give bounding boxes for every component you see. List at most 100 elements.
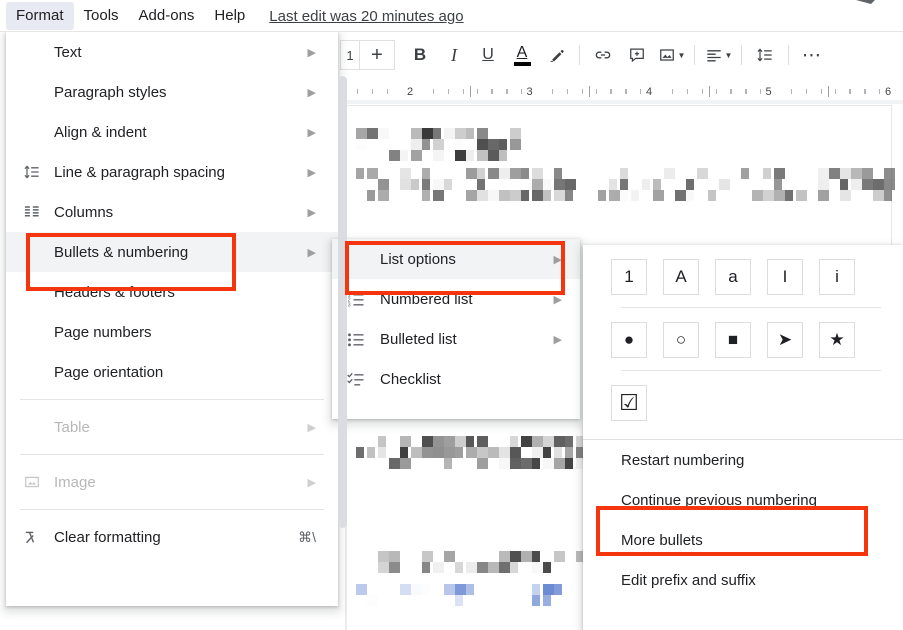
bullet-glyph: 1 <box>624 267 634 286</box>
menu-bar: Format Tools Add-ons Help Last edit was … <box>0 0 903 32</box>
menu-divider <box>20 399 324 400</box>
menubar-item-help[interactable]: Help <box>204 2 255 30</box>
more-options-button[interactable]: ⋯ <box>795 40 829 70</box>
insert-link-button[interactable] <box>586 40 620 70</box>
format-menu-item-page-numbers[interactable]: Page numbers <box>6 312 338 352</box>
align-dropdown-caret-icon[interactable]: ▼ <box>725 51 733 60</box>
format-menu-item-label: Page numbers <box>54 323 152 341</box>
italic-button[interactable]: I <box>437 40 471 70</box>
list-action-label: Restart numbering <box>621 451 745 469</box>
menu-divider <box>20 454 324 455</box>
columns-icon <box>20 192 44 232</box>
submenu-item-label: List options <box>380 250 456 268</box>
format-menu-item-label: Clear formatting <box>54 528 161 546</box>
text-color-swatch <box>513 61 531 66</box>
list-action-restart-numbering[interactable]: Restart numbering <box>583 440 903 480</box>
bullet-glyph: ➤ <box>777 330 793 349</box>
chevron-right-icon: ▶ <box>307 46 316 59</box>
ruler-number: 6 <box>884 86 892 98</box>
bullet-glyph: ☑ <box>619 390 639 415</box>
bullet-option-bulleted-0[interactable]: ● <box>611 322 647 358</box>
menubar-item-add-ons[interactable]: Add-ons <box>129 2 205 30</box>
bullet-option-checklist-0[interactable]: ☑ <box>611 385 647 421</box>
highlight-color-button[interactable] <box>539 40 573 70</box>
bullet-option-numbered-0[interactable]: 1 <box>611 259 647 295</box>
scrollbar-thumb[interactable] <box>338 76 347 528</box>
list-action-label: Continue previous numbering <box>621 491 817 509</box>
text-color-button[interactable]: A <box>505 40 539 70</box>
submenu-item-numbered-list[interactable]: 1 2 3 Numbered list ▶ <box>332 279 580 319</box>
format-menu-item-headers-footers[interactable]: Headers & footers <box>6 272 338 312</box>
bulleted-list-icon <box>344 319 368 359</box>
list-action-edit-prefix-and-suffix[interactable]: Edit prefix and suffix <box>583 560 903 600</box>
list-action-continue-previous-numbering[interactable]: Continue previous numbering <box>583 480 903 520</box>
ruler-number: 3 <box>526 86 533 98</box>
last-edit-link[interactable]: Last edit was 20 minutes ago <box>269 8 463 25</box>
format-menu-item-text[interactable]: Text ▶ <box>6 32 338 72</box>
checklist-icon <box>344 359 368 399</box>
format-menu-item-table: Table ▶ <box>6 407 338 447</box>
submenu-item-list-options[interactable]: List options ▶ <box>332 239 580 279</box>
submenu-item-label: Numbered list <box>380 290 473 308</box>
bullet-option-numbered-4[interactable]: i <box>819 259 855 295</box>
chevron-right-icon: ▶ <box>307 206 316 219</box>
insert-image-button[interactable]: ▼ <box>654 40 688 70</box>
ruler[interactable]: 2 3 4 5 6 <box>338 78 903 100</box>
zoom-value[interactable]: 1 <box>340 40 359 70</box>
list-action-label: Edit prefix and suffix <box>621 571 756 589</box>
bullet-option-bulleted-2[interactable]: ■ <box>715 322 751 358</box>
format-menu-item-label: Line & paragraph spacing <box>54 163 225 181</box>
insert-image-icon <box>659 49 674 61</box>
bullet-option-numbered-2[interactable]: a <box>715 259 751 295</box>
format-menu-item-label: Paragraph styles <box>54 83 167 101</box>
bullet-option-bulleted-3[interactable]: ➤ <box>767 322 803 358</box>
underline-button[interactable]: U <box>471 40 505 70</box>
format-menu-item-paragraph-styles[interactable]: Paragraph styles ▶ <box>6 72 338 112</box>
bullet-option-numbered-3[interactable]: I <box>767 259 803 295</box>
chevron-right-icon: ▶ <box>307 86 316 99</box>
add-comment-button[interactable] <box>620 40 654 70</box>
toolbar-divider <box>579 45 580 65</box>
format-menu-item-label: Columns <box>54 203 114 221</box>
bullet-glyph: i <box>835 267 839 286</box>
bullet-glyph: ● <box>623 330 635 349</box>
list-action-more-bullets[interactable]: More bullets <box>583 520 903 560</box>
bullets-and-numbering-submenu: List options ▶ 1 2 3 Numbered list ▶ Bulleted l… <box>332 239 580 419</box>
link-icon <box>595 51 611 59</box>
image-icon <box>20 462 44 502</box>
format-menu-item-label: Table <box>54 418 90 436</box>
format-menu-item-columns[interactable]: Columns ▶ <box>6 192 338 232</box>
format-menu-item-label: Page orientation <box>54 363 164 381</box>
list-options-panel: 1 Aa Ii ● ○ ■ ➤ ★ ☑ Restart numbering Continue … <box>583 245 903 630</box>
format-menu: Text ▶ Paragraph styles ▶ Align & indent ▶ Lin… <box>6 32 338 606</box>
format-menu-item-label: Bullets & numbering <box>54 243 189 261</box>
bullet-option-numbered-1[interactable]: A <box>663 259 699 295</box>
chevron-right-icon: ▶ <box>553 293 562 306</box>
bold-button[interactable]: B <box>403 40 437 70</box>
format-menu-item-label: Image <box>54 473 96 491</box>
toolbar-divider-2 <box>694 45 695 65</box>
submenu-item-bulleted-list[interactable]: Bulleted list ▶ <box>332 319 580 359</box>
format-menu-item-bullets-numbering[interactable]: Bullets & numbering ▶ <box>6 232 338 272</box>
menubar-divider <box>0 31 903 32</box>
image-dropdown-caret-icon[interactable]: ▼ <box>678 51 686 60</box>
align-button[interactable]: ▼ <box>701 40 735 70</box>
bullet-option-bulleted-1[interactable]: ○ <box>663 322 699 358</box>
menubar-item-format[interactable]: Format <box>6 2 74 30</box>
format-menu-item-line-paragraph-spacing[interactable]: Line & paragraph spacing ▶ <box>6 152 338 192</box>
add-button[interactable]: + <box>359 40 395 70</box>
vertical-scrollbar[interactable] <box>338 76 347 630</box>
ruler-number: 4 <box>645 86 653 98</box>
format-menu-item-clear-formatting[interactable]: Clear formatting ⌘\ <box>6 517 338 557</box>
format-menu-item-align-indent[interactable]: Align & indent ▶ <box>6 112 338 152</box>
bullet-glyph: I <box>782 267 788 286</box>
chevron-right-icon: ▶ <box>553 253 562 266</box>
list-options-actions: Restart numbering Continue previous numbe… <box>583 440 903 600</box>
bullet-option-bulleted-4[interactable]: ★ <box>819 322 855 358</box>
clear-formatting-icon <box>20 517 44 557</box>
format-menu-item-page-orientation[interactable]: Page orientation <box>6 352 338 392</box>
submenu-item-checklist[interactable]: Checklist <box>332 359 580 399</box>
svg-text:3: 3 <box>348 303 351 309</box>
line-spacing-button[interactable] <box>748 40 782 70</box>
menubar-item-tools[interactable]: Tools <box>74 2 129 30</box>
